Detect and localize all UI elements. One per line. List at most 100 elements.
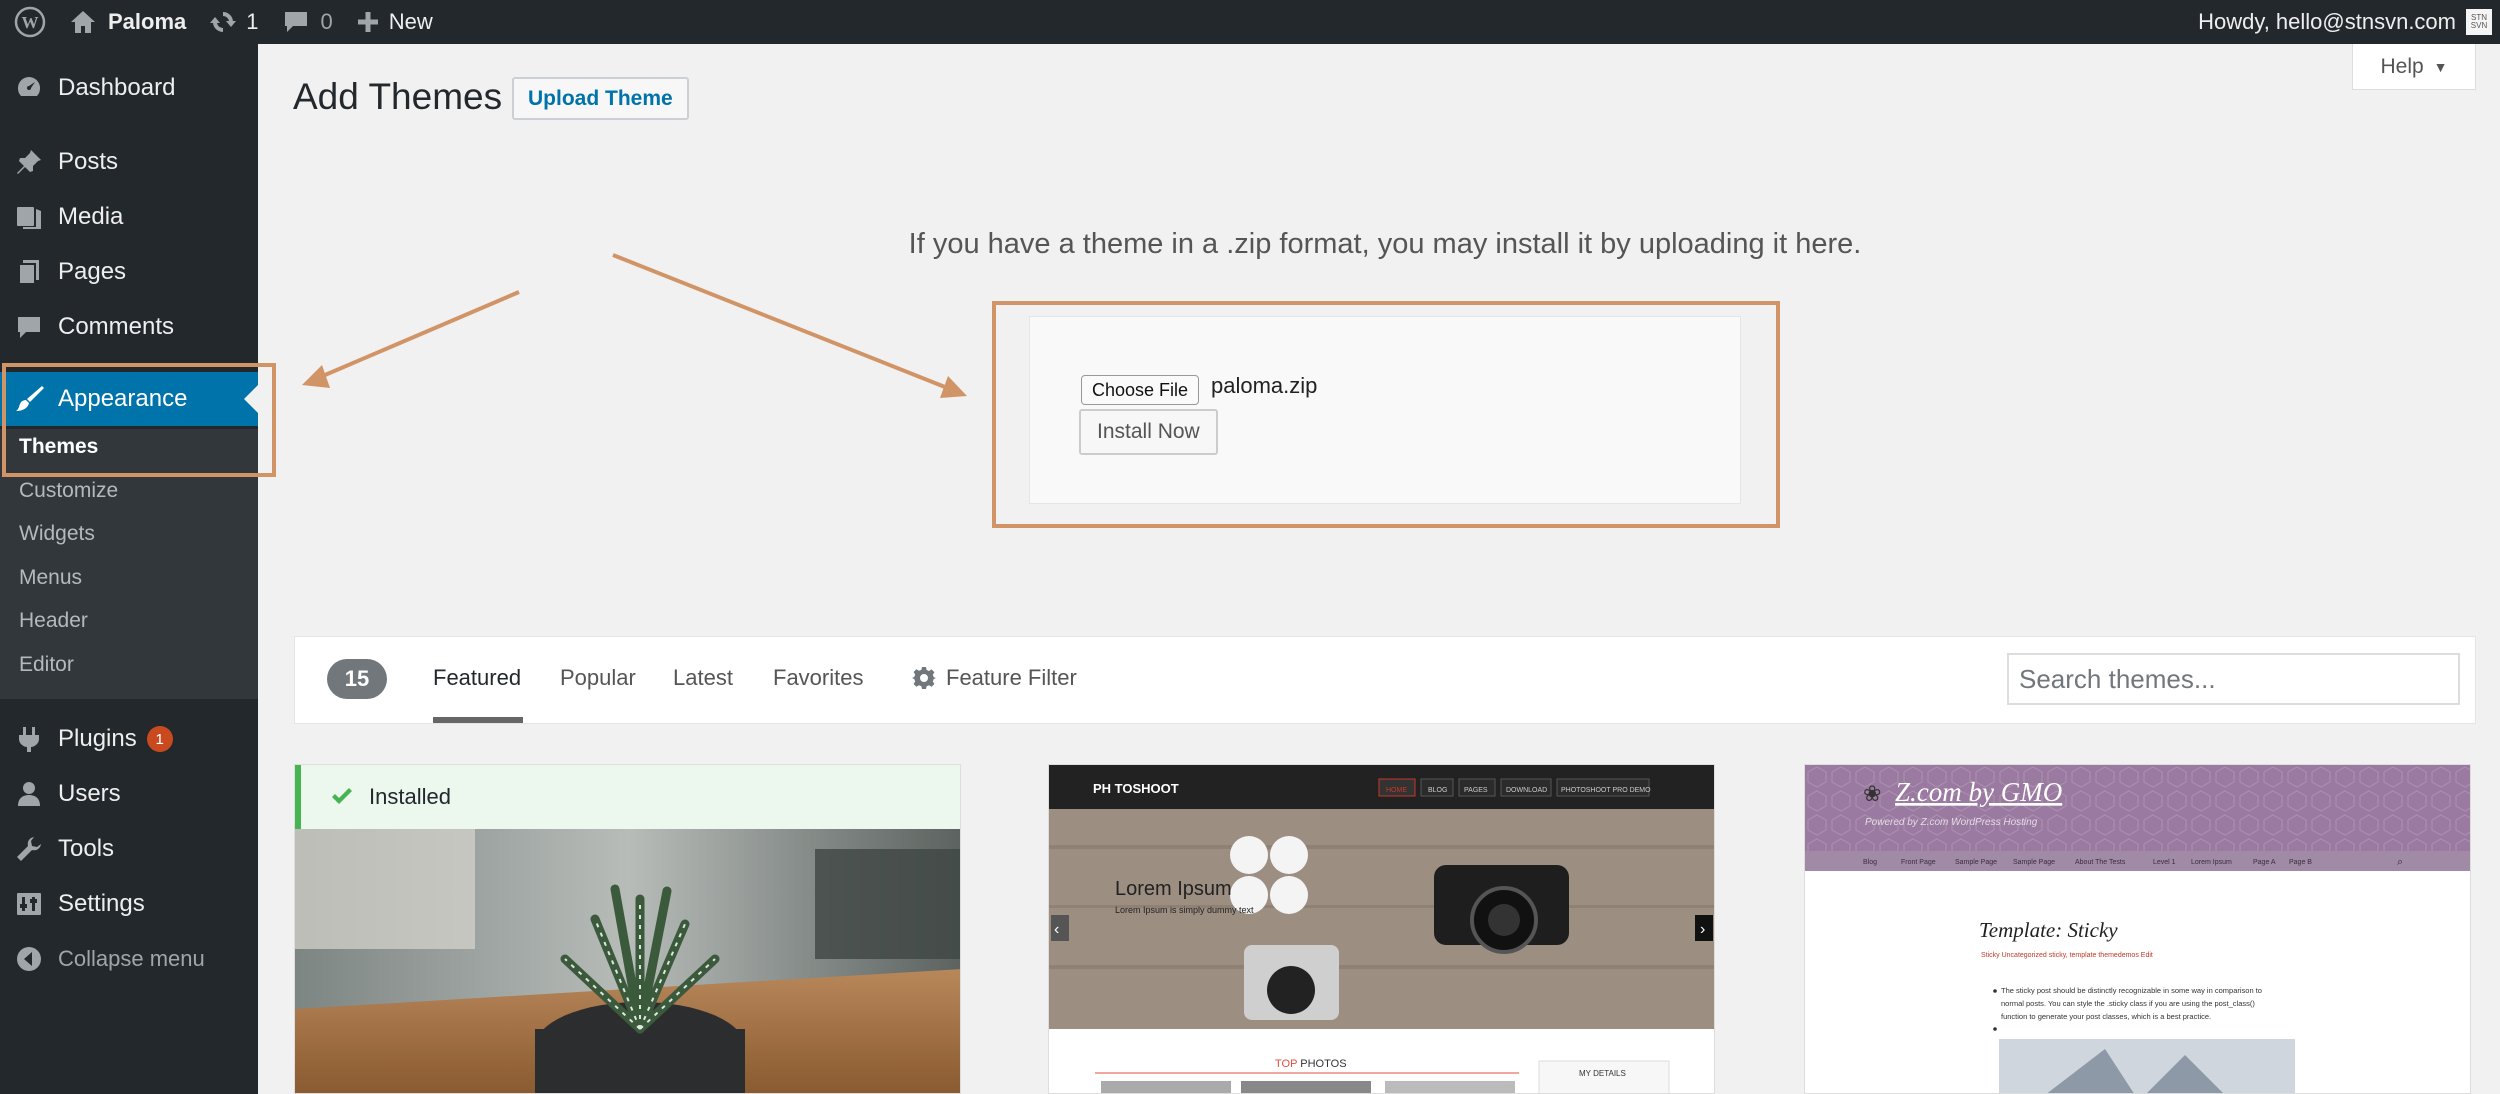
media-icon (0, 203, 58, 231)
plugin-icon (0, 725, 58, 753)
comments-link[interactable]: 0 (271, 0, 345, 44)
sidebar-item-users[interactable]: Users (0, 767, 258, 821)
zcom-excerpt-line: function to generate your post classes, … (2001, 1012, 2211, 1021)
comments-count: 0 (320, 9, 333, 34)
submenu-editor[interactable]: Editor (19, 653, 74, 677)
theme-filter-bar: 15 Featured Popular Latest Favorites Fea… (294, 636, 2476, 724)
upload-description: If you have a theme in a .zip format, yo… (908, 228, 1862, 260)
zcom-title: Z.com by GMO (1895, 777, 2062, 807)
theme-screenshot-zcom: ❀ Z.com by GMO Powered by Z.com WordPres… (1805, 765, 2470, 1093)
theme-card-paloma[interactable]: Installed (294, 764, 961, 1094)
zcom-nav-item: Sample Page (2013, 859, 2055, 866)
tab-favorites[interactable]: Favorites (773, 665, 863, 691)
sidebar-item-settings[interactable]: Settings (0, 877, 258, 931)
zcom-post-title: Template: Sticky (1979, 918, 2118, 942)
selected-file-name: paloma.zip (1211, 373, 1318, 398)
photoshoot-photos-label: PHOTOS (1297, 1058, 1346, 1070)
zcom-logo-icon: ❀ (1863, 781, 1881, 806)
svg-text:TOP PHOTOS: TOP PHOTOS (1275, 1058, 1347, 1070)
updates-count: 1 (246, 9, 259, 34)
caret-down-icon: ▼ (2433, 58, 2448, 75)
tab-latest[interactable]: Latest (673, 665, 733, 691)
sidebar-item-plugins[interactable]: Plugins 1 (0, 712, 258, 766)
theme-count-badge: 15 (327, 659, 387, 699)
tab-popular[interactable]: Popular (560, 665, 636, 691)
theme-screenshot-plant (295, 829, 960, 1093)
sidebar-item-label: Posts (58, 148, 119, 175)
feature-filter-label: Feature Filter (946, 665, 1077, 690)
site-name-link[interactable]: Paloma (58, 0, 198, 44)
search-themes-input[interactable] (2007, 653, 2460, 705)
theme-screenshot-photoshoot: PH TOSHOOT HOME BLOG PAGES DOWNLOAD PHOT… (1049, 765, 1714, 1093)
page-title: Add Themes (293, 76, 503, 117)
annotation-arrow-left (317, 290, 520, 380)
feature-filter-button[interactable]: Feature Filter (912, 665, 1077, 691)
new-label: New (388, 9, 433, 34)
zcom-search-icon: ⌕ (2397, 856, 2403, 868)
zcom-tagline: Powered by Z.com WordPress Hosting (1865, 817, 2038, 828)
zcom-nav-item: Level 1 (2153, 859, 2176, 866)
active-tab-underline (433, 717, 523, 723)
photoshoot-my-details: MY DETAILS (1579, 1069, 1626, 1078)
new-content-link[interactable]: New (345, 0, 445, 44)
photoshoot-nav-pages: PAGES (1464, 787, 1488, 794)
zcom-nav-item: Front Page (1901, 859, 1936, 866)
photoshoot-nav-blog: BLOG (1428, 787, 1447, 794)
annotation-arrowhead-left (302, 365, 330, 388)
annotation-highlight-box-sidebar (2, 363, 276, 477)
tab-featured[interactable]: Featured (433, 665, 521, 691)
theme-card-photoshoot[interactable]: PH TOSHOOT HOME BLOG PAGES DOWNLOAD PHOT… (1048, 764, 1715, 1094)
sidebar-item-collapse[interactable]: Collapse menu (0, 932, 258, 986)
slider-next-icon: › (1700, 921, 1705, 938)
photoshoot-top-accent: TOP (1275, 1058, 1297, 1070)
plugins-update-badge: 1 (146, 726, 173, 752)
photoshoot-hero-title: Lorem Ipsum (1115, 878, 1232, 900)
zcom-nav-item: Lorem Ipsum (2191, 859, 2232, 866)
my-account[interactable]: Howdy, hello@stnsvn.com STN SVN (2198, 0, 2500, 44)
user-icon (0, 780, 58, 808)
zcom-nav-item: Sample Page (1955, 859, 1997, 866)
dashboard-icon (0, 74, 58, 102)
upload-form: Choose File paloma.zip Install Now (1029, 316, 1741, 504)
submenu-widgets[interactable]: Widgets (19, 522, 95, 546)
comment-icon (284, 12, 307, 32)
sidebar-item-comments[interactable]: Comments (0, 300, 258, 354)
wordpress-logo-icon[interactable]: W (0, 0, 58, 44)
photoshoot-nav-home: HOME (1386, 787, 1407, 794)
sidebar-item-tools[interactable]: Tools (0, 822, 258, 876)
install-now-button[interactable]: Install Now (1079, 409, 1218, 455)
refresh-icon (210, 11, 237, 33)
comment-icon (0, 313, 58, 341)
collapse-icon (0, 946, 58, 972)
zcom-excerpt-line: normal posts. You can style the .sticky … (2001, 999, 2255, 1008)
annotation-arrow-right (612, 253, 951, 391)
zcom-nav-item: Page A (2253, 859, 2276, 866)
pages-icon (0, 258, 58, 286)
svg-text:W: W (22, 13, 39, 32)
help-label: Help (2380, 54, 2424, 78)
photoshoot-nav-download: DOWNLOAD (1506, 787, 1547, 794)
sidebar-item-label: Users (58, 780, 121, 807)
updates-link[interactable]: 1 (198, 0, 270, 44)
sidebar-item-posts[interactable]: Posts (0, 135, 258, 189)
sidebar-item-label: Pages (58, 258, 127, 285)
admin-bar: W Paloma 1 0 New Howdy, hello@stnsvn.com… (0, 0, 2500, 44)
help-tab[interactable]: Help ▼ (2352, 44, 2476, 90)
photoshoot-brand: PH TOSHOOT (1093, 781, 1179, 796)
sidebar-item-label: Plugins (58, 725, 137, 752)
submenu-header[interactable]: Header (19, 609, 88, 633)
zcom-nav-item: Blog (1863, 859, 1877, 866)
theme-card-zcom[interactable]: ❀ Z.com by GMO Powered by Z.com WordPres… (1804, 764, 2471, 1094)
submenu-menus[interactable]: Menus (19, 566, 82, 590)
choose-file-button[interactable]: Choose File (1081, 375, 1200, 405)
plus-icon (357, 12, 378, 32)
zcom-nav-item: Page B (2289, 859, 2312, 866)
checkmark-icon (332, 788, 352, 804)
sidebar-item-label: Dashboard (58, 74, 176, 101)
upload-theme-button[interactable]: Upload Theme (512, 77, 689, 120)
sidebar-item-dashboard[interactable]: Dashboard (0, 61, 258, 115)
submenu-customize[interactable]: Customize (19, 479, 118, 503)
gear-icon (912, 667, 936, 689)
site-name: Paloma (108, 9, 187, 34)
zcom-post-meta: Sticky Uncategorized sticky, template th… (1981, 952, 2153, 959)
